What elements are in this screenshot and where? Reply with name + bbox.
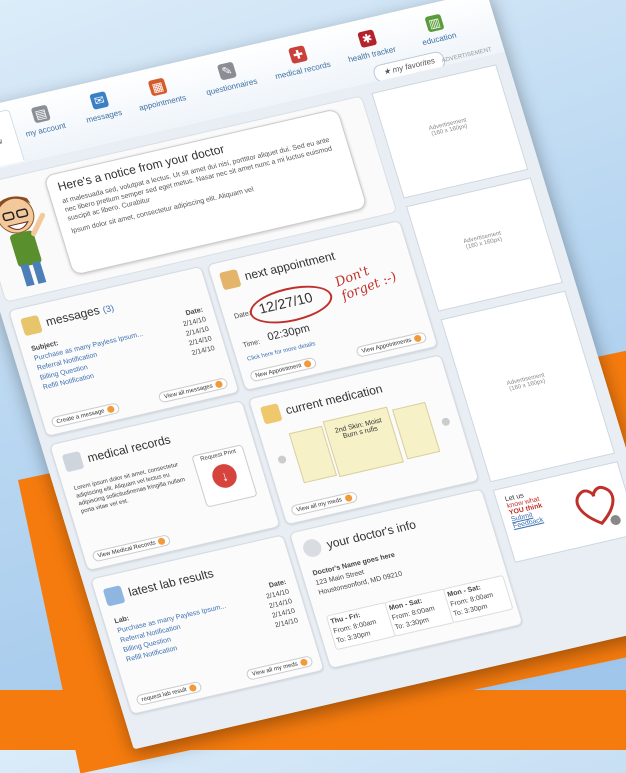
view-all-meds-button[interactable]: View all my meds: [290, 490, 359, 517]
arrow-icon: [214, 380, 224, 389]
arrow-icon: [106, 405, 116, 414]
calendar-icon: [218, 268, 242, 291]
advertisement-slot[interactable]: Advertisement (160 x 160px): [405, 177, 563, 312]
appointment-time: 02:30pm: [266, 322, 312, 344]
arrow-icon: [188, 683, 198, 693]
request-lab-result-button[interactable]: request lab result: [135, 680, 203, 707]
account-icon: ▤: [30, 104, 51, 124]
view-appointments-button[interactable]: View Appointments: [355, 331, 428, 358]
request-print-button[interactable]: Request Print ↓: [191, 444, 258, 508]
carousel-prev-button[interactable]: [277, 454, 288, 465]
carousel-next-button[interactable]: [440, 417, 451, 427]
pill-bottle-icon: [259, 403, 283, 425]
medical-records-title: medical records: [85, 432, 173, 465]
envelope-icon: [20, 314, 43, 337]
download-arrow-icon: ↓: [209, 461, 240, 491]
doctor-address: Doctor's Name goes here 123 Main Street …: [311, 551, 404, 597]
clipboard-icon: [61, 450, 85, 473]
arrow-icon: [343, 493, 353, 503]
advertisement-slot[interactable]: Advertisement (160 x 160px): [371, 64, 529, 199]
view-all-messages-button[interactable]: View all messages: [157, 377, 229, 404]
lab-icon: [102, 585, 126, 607]
create-message-button[interactable]: Create a message: [50, 402, 121, 429]
messages-title: messages: [44, 303, 102, 329]
arrow-icon: [157, 537, 167, 546]
medical-case-icon: ✚: [287, 45, 309, 65]
medical-records-description: Lorem ipsum dolor sit amet, consectetur …: [73, 462, 186, 515]
tab-appointments[interactable]: ▦ appointments: [124, 69, 200, 133]
arrow-icon: [303, 359, 313, 368]
doctor-info-title: your doctor's info: [324, 517, 418, 552]
books-icon: ▥: [424, 13, 445, 33]
clipboard-icon: ✎: [216, 61, 238, 81]
view-all-labs-button[interactable]: View all my meds: [245, 655, 314, 681]
arrow-icon: [299, 658, 309, 667]
stethoscope-heart-icon: [575, 485, 621, 526]
office-hours-box: Mon - Sat: From: 8:00am To: 3:30pm: [442, 574, 514, 624]
heart-icon: ✱: [357, 29, 378, 49]
messages-count[interactable]: (3): [101, 303, 115, 315]
arrow-icon: [413, 334, 423, 343]
lab-results-title: latest lab results: [126, 566, 216, 600]
dont-forget-note: Don't forget :-): [332, 263, 400, 305]
envelope-icon: ✉: [89, 91, 110, 110]
view-medical-records-button[interactable]: View Medical Records: [91, 533, 172, 563]
appointment-title: next appointment: [242, 248, 337, 283]
doctor-avatar-icon: [300, 537, 324, 559]
calendar-icon: ▦: [147, 77, 168, 97]
medication-card-current[interactable]: 2nd Skin: Moist Burn s rufis: [322, 406, 404, 478]
